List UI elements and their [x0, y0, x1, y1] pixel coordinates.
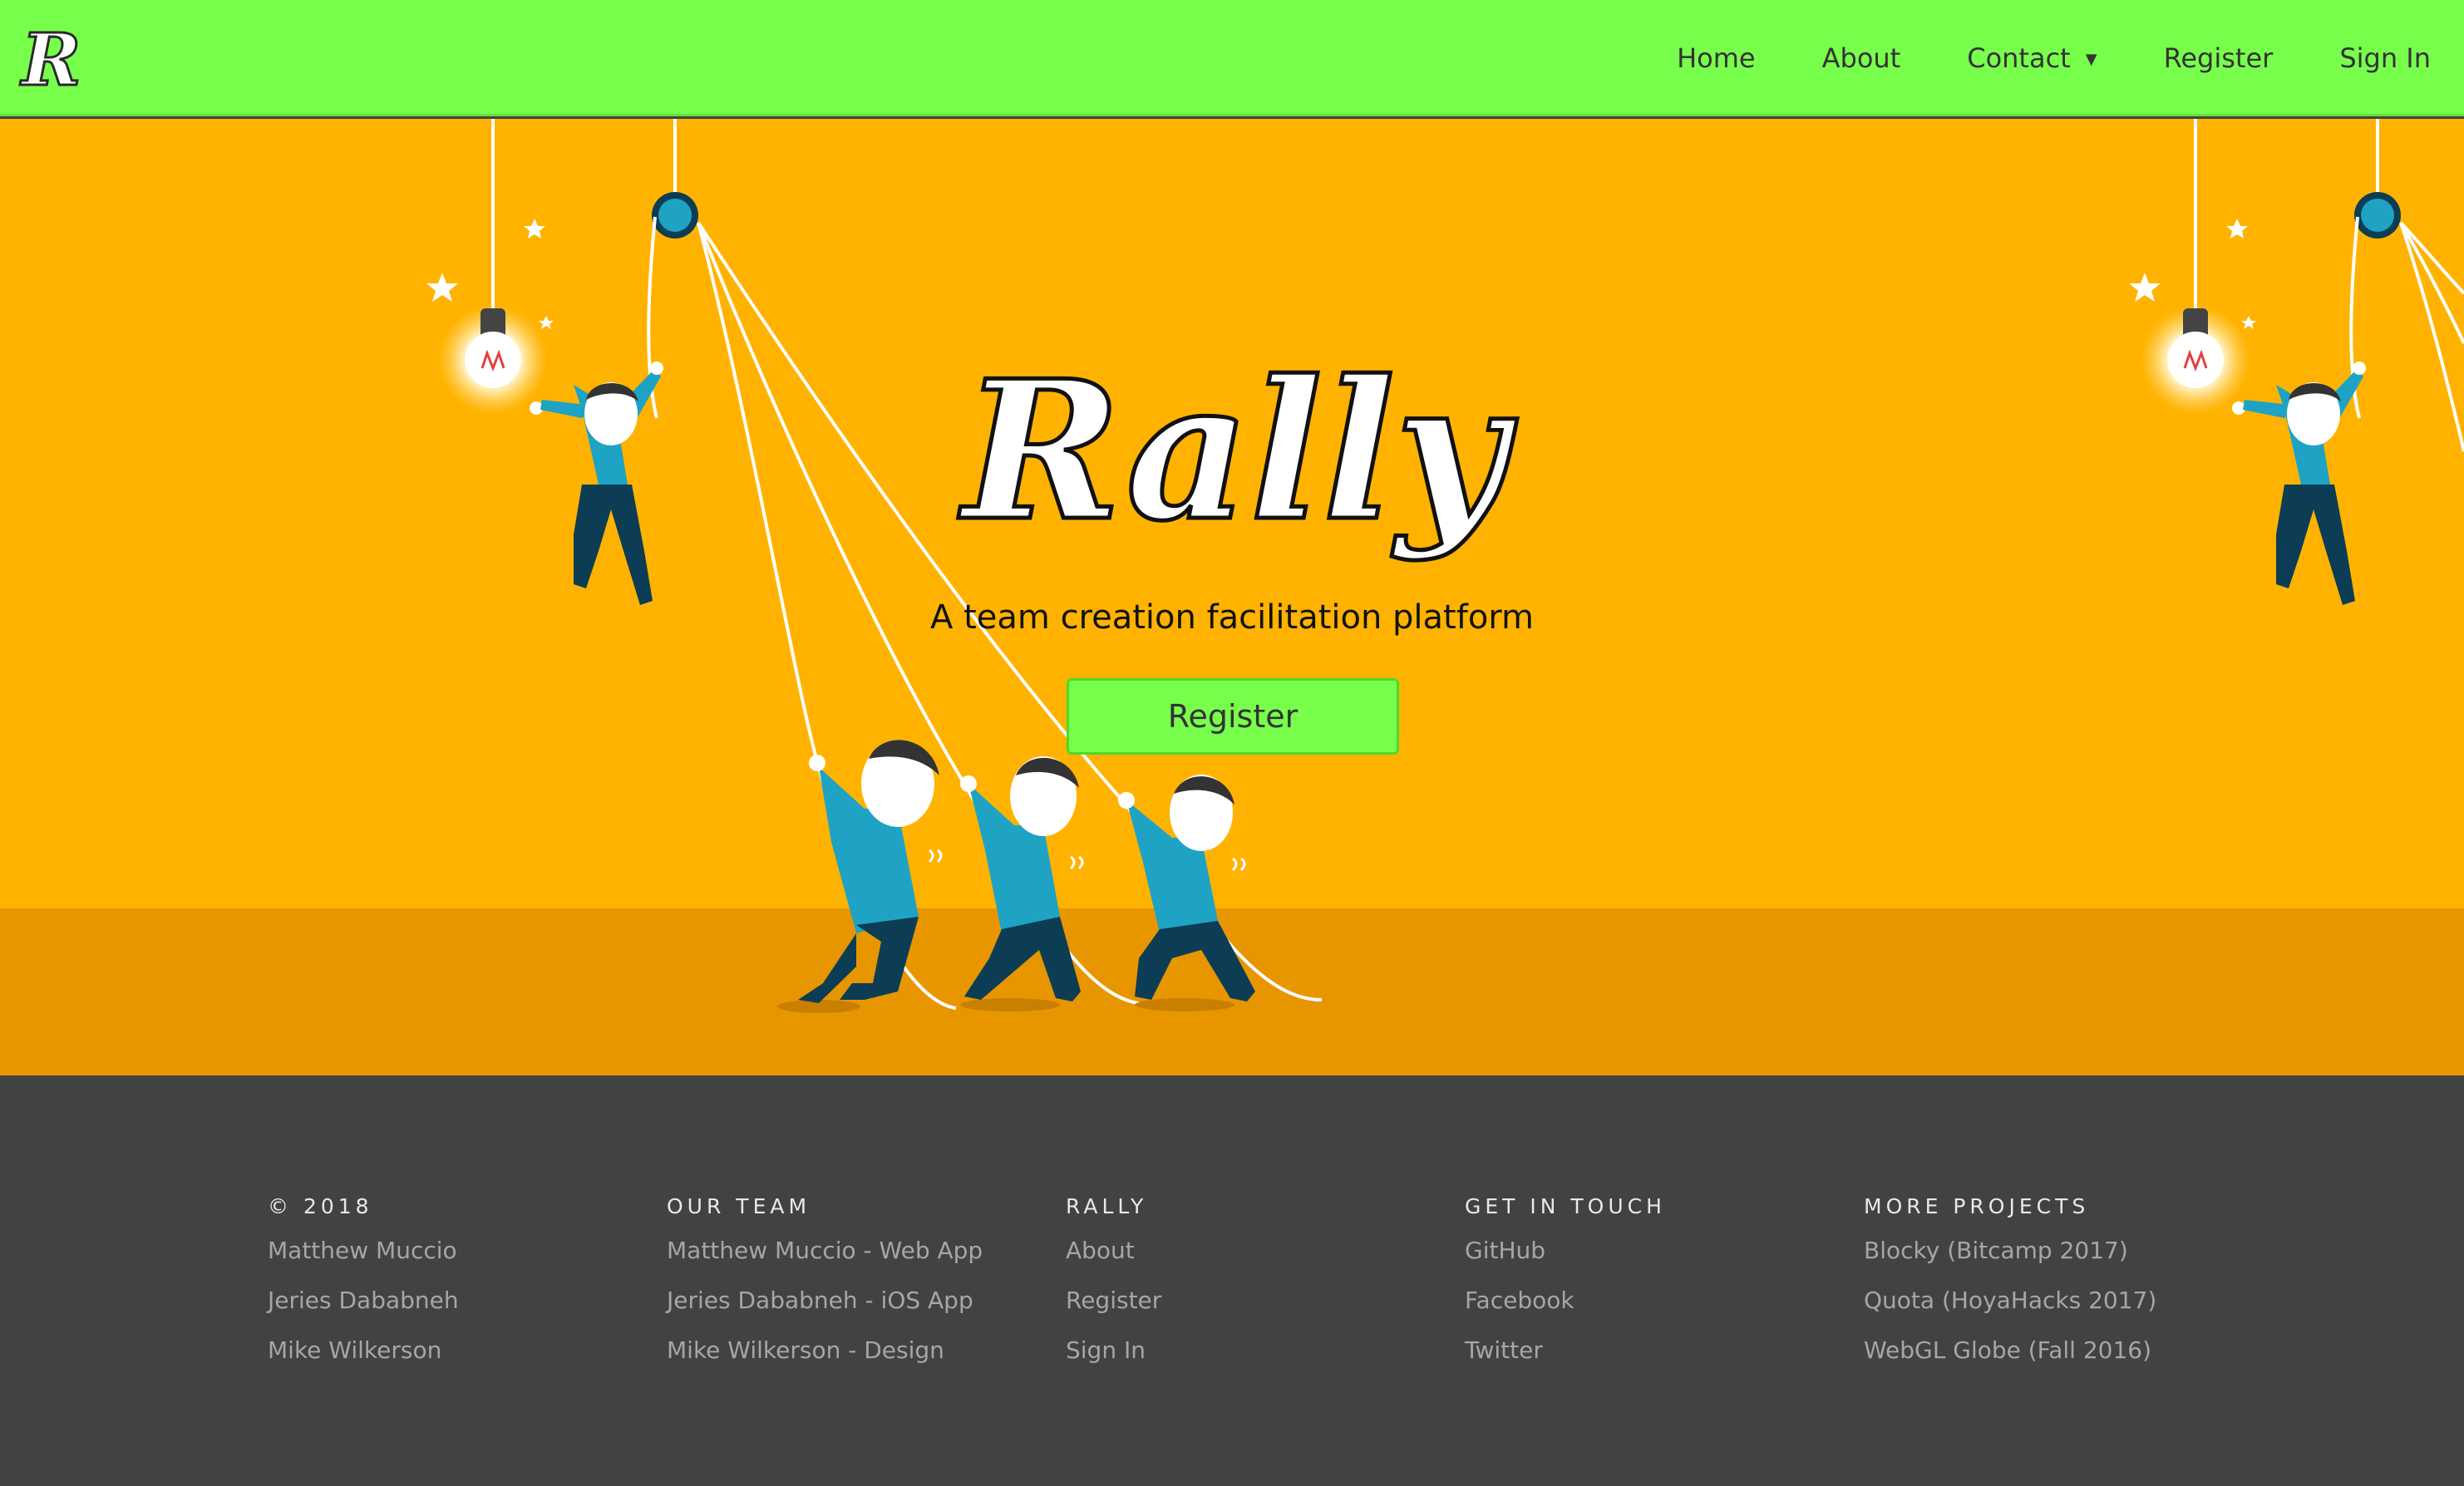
footer-item: Jeries Dababneh: [268, 1287, 459, 1314]
nav-register-link[interactable]: Register: [2164, 42, 2274, 74]
footer-link-quota[interactable]: Quota (HoyaHacks 2017): [1864, 1287, 2156, 1336]
footer-link-signin[interactable]: Sign In: [1066, 1336, 1161, 1386]
footer-link-register[interactable]: Register: [1066, 1287, 1161, 1336]
hero-register-button[interactable]: Register: [1067, 678, 1399, 755]
footer-heading: GET IN TOUCH: [1465, 1194, 1666, 1218]
footer-heading: © 2018: [268, 1194, 373, 1218]
hero-banner: Rally A team creation facilitation platf…: [0, 119, 2464, 1075]
footer-link-github[interactable]: GitHub: [1465, 1237, 1666, 1287]
nav-about-label: About: [1821, 42, 1901, 74]
footer-item: Mike Wilkerson: [268, 1336, 442, 1364]
rally-logo-icon[interactable]: R: [17, 23, 100, 93]
footer-col-rally: RALLY About Register Sign In: [1066, 1194, 1161, 1386]
footer-item: Matthew Muccio: [268, 1237, 457, 1264]
caret-down-icon: ▼: [2085, 50, 2097, 68]
footer-col-get-in-touch: GET IN TOUCH GitHub Facebook Twitter: [1465, 1194, 1666, 1386]
nav-contact-dropdown[interactable]: Contact ▼: [1967, 42, 2097, 74]
footer-col-more-projects: MORE PROJECTS Blocky (Bitcamp 2017) Quot…: [1864, 1194, 2156, 1386]
nav-contact-label: Contact: [1967, 42, 2071, 74]
footer-item: Jeries Dababneh - iOS App: [667, 1287, 973, 1314]
footer-col-copyright: © 2018 Matthew Muccio Jeries Dababneh Mi…: [268, 1194, 459, 1386]
footer-heading: RALLY: [1066, 1194, 1148, 1218]
footer-link-webgl-globe[interactable]: WebGL Globe (Fall 2016): [1864, 1336, 2156, 1386]
rally-wordmark: Rally: [956, 343, 1520, 566]
svg-text:R: R: [19, 23, 81, 93]
footer-link-blocky[interactable]: Blocky (Bitcamp 2017): [1864, 1237, 2156, 1287]
footer-link-twitter[interactable]: Twitter: [1465, 1336, 1666, 1386]
footer-item: Mike Wilkerson - Design: [667, 1336, 944, 1364]
site-footer: © 2018 Matthew Muccio Jeries Dababneh Mi…: [0, 1075, 2464, 1486]
nav-home-label: Home: [1677, 42, 1756, 74]
svg-text:Rally: Rally: [958, 343, 1517, 563]
hero-tagline: A team creation facilitation platform: [930, 598, 1534, 637]
footer-link-about[interactable]: About: [1066, 1237, 1161, 1287]
nav-about-link[interactable]: About: [1822, 42, 1901, 74]
nav-register-label: Register: [2163, 42, 2274, 74]
footer-col-our-team: OUR TEAM Matthew Muccio - Web App Jeries…: [667, 1194, 983, 1386]
nav-links: Home About Contact ▼ Register Sign In: [1610, 0, 2464, 116]
nav-home-link[interactable]: Home: [1677, 42, 1756, 74]
nav-signin-label: Sign In: [2339, 42, 2431, 74]
footer-heading: MORE PROJECTS: [1864, 1194, 2090, 1218]
hero-content: Rally A team creation facilitation platf…: [0, 119, 2464, 1075]
footer-link-facebook[interactable]: Facebook: [1465, 1287, 1666, 1336]
footer-heading: OUR TEAM: [667, 1194, 811, 1218]
footer-item: Matthew Muccio - Web App: [667, 1237, 983, 1264]
top-navbar: R Home About Contact ▼ Register Sign In: [0, 0, 2464, 116]
nav-signin-link[interactable]: Sign In: [2339, 42, 2431, 74]
